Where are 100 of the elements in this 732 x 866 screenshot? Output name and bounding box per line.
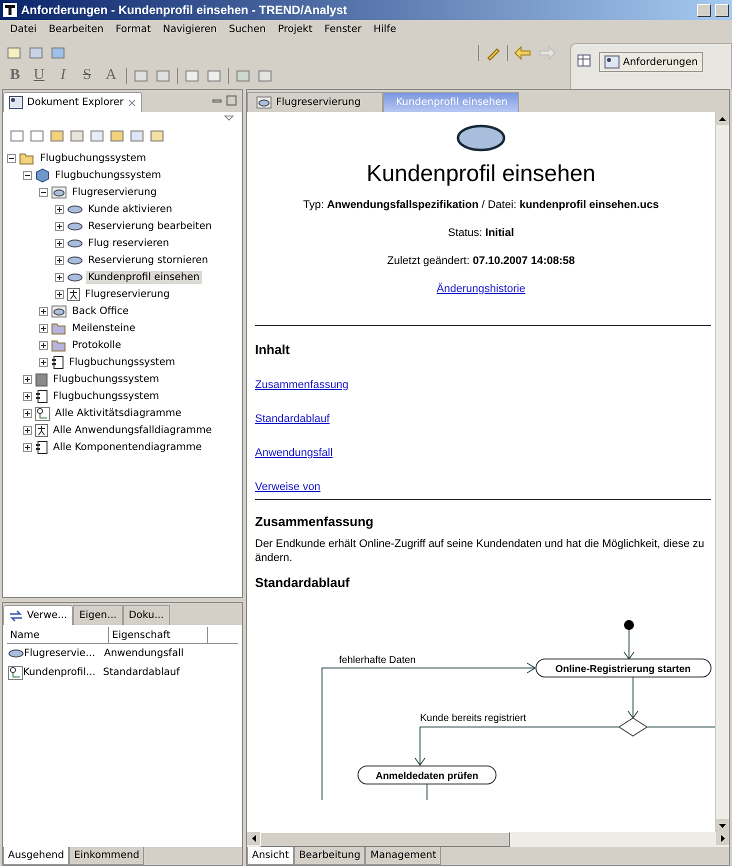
tree-item[interactable]: Kunde aktivieren xyxy=(86,203,174,216)
expand-toggle-icon[interactable] xyxy=(23,392,32,401)
menu-item[interactable]: Suchen xyxy=(222,24,272,35)
collapse-toggle-icon[interactable] xyxy=(7,154,16,163)
expand-toggle-icon[interactable] xyxy=(55,205,64,214)
start-node xyxy=(624,620,634,630)
meta-line: Status: Initial xyxy=(448,227,514,239)
tree-item[interactable]: Flugbuchungssystem xyxy=(67,356,178,369)
scroll-right-icon[interactable] xyxy=(720,835,724,842)
panel-tab[interactable]: Eigen... xyxy=(73,605,123,625)
toc-link[interactable]: Standardablauf xyxy=(255,413,330,425)
scroll-down-icon[interactable] xyxy=(719,824,726,828)
panel-tab[interactable]: Verwe... xyxy=(3,605,74,625)
menu-item[interactable]: Fenster xyxy=(318,24,368,35)
scroll-left-icon[interactable] xyxy=(252,835,256,842)
tree-item[interactable]: Alle Komponentendiagramme xyxy=(51,441,204,454)
page-title: Kundenprofil einsehen xyxy=(366,160,596,187)
maximize-button[interactable] xyxy=(715,4,729,16)
toc-link[interactable]: Anwendungsfall xyxy=(255,447,333,459)
double-arrow-icon xyxy=(9,610,23,622)
minimize-button[interactable] xyxy=(697,4,711,16)
expand-toggle-icon[interactable] xyxy=(55,290,64,299)
editor-tab[interactable]: Flugreservierung xyxy=(247,92,383,112)
panel-tab[interactable]: Dokument Explorer xyxy=(3,92,142,112)
perspective-button[interactable]: Anforderungen xyxy=(599,52,703,72)
expand-toggle-icon[interactable] xyxy=(55,273,64,282)
collapse-toggle-icon[interactable] xyxy=(39,188,48,197)
edge-label: Kunde bereits registriert xyxy=(420,713,526,724)
tree-item[interactable]: Back Office xyxy=(70,305,131,318)
column-header[interactable]: Name xyxy=(7,627,109,643)
collapse-toggle-icon[interactable] xyxy=(23,171,32,180)
tree-item[interactable]: Alle Aktivitätsdiagramme xyxy=(53,407,184,420)
menu-item[interactable]: Format xyxy=(110,24,157,35)
tree-item[interactable]: Protokolle xyxy=(70,339,124,352)
expand-toggle-icon[interactable] xyxy=(55,256,64,265)
tree-item[interactable]: Reservierung bearbeiten xyxy=(86,220,214,233)
menu-item[interactable]: Projekt xyxy=(272,24,318,35)
tree-item[interactable]: Reservierung stornieren xyxy=(86,254,210,267)
component-icon xyxy=(35,441,48,454)
back-arrow-icon[interactable] xyxy=(514,46,532,60)
tree-item[interactable]: Flug reservieren xyxy=(86,237,172,250)
tree-item[interactable]: Meilensteine xyxy=(70,322,138,335)
expand-toggle-icon[interactable] xyxy=(23,443,32,452)
close-icon[interactable] xyxy=(128,98,136,106)
window-title: Anforderungen - Kundenprofil einsehen - TREND/Analyst xyxy=(21,3,348,17)
menu-item[interactable]: Hilfe xyxy=(367,24,402,35)
expand-toggle-icon[interactable] xyxy=(39,307,48,316)
ellipse-icon xyxy=(67,273,83,282)
toc-link[interactable]: Verweise von xyxy=(255,481,320,493)
table-cell-text: Kundenprofil... xyxy=(23,667,97,678)
component-icon xyxy=(51,356,64,369)
ellipse-icon xyxy=(67,239,83,248)
scroll-up-icon[interactable] xyxy=(719,116,726,120)
tree-item[interactable]: Flugbuchungssystem xyxy=(51,373,162,386)
format-button[interactable]: S xyxy=(78,67,96,84)
format-button[interactable]: B xyxy=(6,67,24,84)
section-heading: Inhalt xyxy=(255,342,291,357)
view-tab[interactable]: Ansicht xyxy=(247,847,294,865)
decision-node xyxy=(618,717,648,737)
cube-icon xyxy=(35,168,50,183)
view-tab[interactable]: Management xyxy=(365,847,442,865)
expand-toggle-icon[interactable] xyxy=(39,358,48,367)
app-icon xyxy=(3,3,17,17)
explorer-icon xyxy=(9,96,23,109)
view-tab[interactable]: Ausgehend xyxy=(3,847,70,865)
format-button[interactable]: I xyxy=(54,67,72,84)
view-tab[interactable]: Bearbeitung xyxy=(294,847,366,865)
expand-toggle-icon[interactable] xyxy=(23,426,32,435)
activity-diagram-icon xyxy=(35,406,50,420)
format-button[interactable]: A xyxy=(102,67,120,84)
expand-toggle-icon[interactable] xyxy=(23,409,32,418)
edge-label: fehlerhafte Daten xyxy=(339,655,416,666)
panel-tab[interactable]: Doku... xyxy=(122,605,170,625)
tree-item[interactable]: Flugbuchungssystem xyxy=(38,152,148,165)
expand-toggle-icon[interactable] xyxy=(23,375,32,384)
tree-item[interactable]: Flugreservierung xyxy=(83,288,172,301)
tree-item[interactable]: Alle Anwendungsfalldiagramme xyxy=(51,424,214,437)
maximize-icon[interactable] xyxy=(226,95,238,107)
format-button[interactable]: U xyxy=(30,67,48,84)
ellipse-icon xyxy=(67,256,83,265)
tree-item[interactable]: Flugbuchungssystem xyxy=(51,390,162,403)
expand-toggle-icon[interactable] xyxy=(55,222,64,231)
history-link[interactable]: Änderungshistorie xyxy=(436,283,526,295)
action-node: Anmeldedaten prüfen xyxy=(358,766,496,784)
expand-toggle-icon[interactable] xyxy=(39,324,48,333)
expand-toggle-icon[interactable] xyxy=(39,341,48,350)
tree-item[interactable]: Flugreservierung xyxy=(70,186,159,199)
tree-item[interactable]: Kundenprofil einsehen xyxy=(86,271,202,284)
open-perspective-icon[interactable] xyxy=(577,52,593,68)
toc-link[interactable]: Zusammenfassung xyxy=(255,379,349,391)
table-cell-text: Anwendungsfall xyxy=(104,648,185,659)
horizontal-scrollbar[interactable] xyxy=(247,832,729,847)
column-header[interactable]: Eigenschaft xyxy=(109,627,208,643)
menu-item[interactable]: Bearbeiten xyxy=(42,24,110,35)
menu-item[interactable]: Datei xyxy=(4,24,43,35)
view-tab[interactable]: Einkommend xyxy=(69,847,144,865)
menu-item[interactable]: Navigieren xyxy=(156,24,223,35)
tree-item[interactable]: Flugbuchungssystem xyxy=(53,169,164,182)
view-menu-icon[interactable] xyxy=(224,115,234,121)
expand-toggle-icon[interactable] xyxy=(55,239,64,248)
